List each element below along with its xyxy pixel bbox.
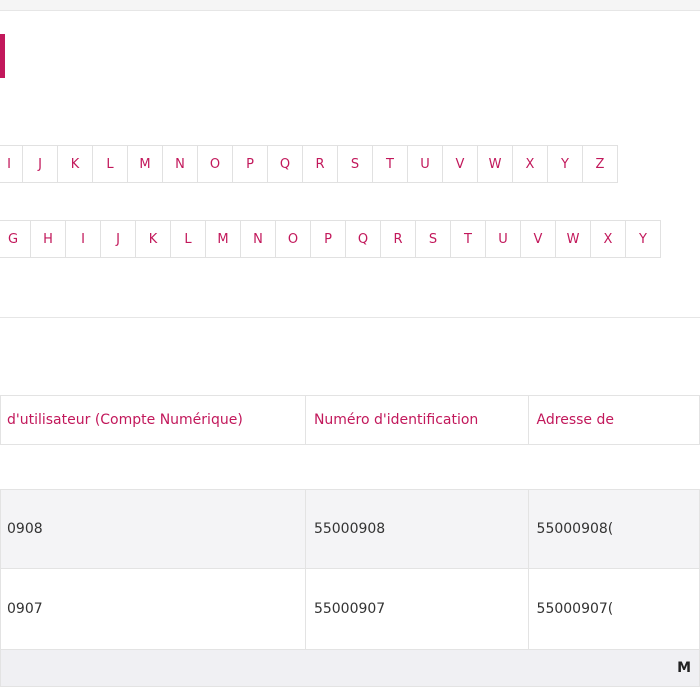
- footer-text: M: [0, 649, 700, 687]
- letter-filter[interactable]: R: [380, 220, 416, 258]
- letter-filter[interactable]: S: [415, 220, 451, 258]
- letter-filter[interactable]: W: [555, 220, 591, 258]
- letter-filter[interactable]: M: [127, 145, 163, 183]
- letter-filter[interactable]: Y: [625, 220, 661, 258]
- letter-filter[interactable]: P: [310, 220, 346, 258]
- letter-filter[interactable]: H: [30, 220, 66, 258]
- letter-filter[interactable]: J: [22, 145, 58, 183]
- letter-filter[interactable]: Q: [345, 220, 381, 258]
- cell-address: 55000908(: [527, 489, 700, 569]
- column-header-address[interactable]: Adresse de: [527, 395, 700, 445]
- letter-filter[interactable]: Y: [547, 145, 583, 183]
- letter-filter[interactable]: N: [240, 220, 276, 258]
- letter-filter[interactable]: R: [302, 145, 338, 183]
- letter-filter[interactable]: M: [205, 220, 241, 258]
- letter-filter[interactable]: U: [485, 220, 521, 258]
- letter-filter[interactable]: N: [162, 145, 198, 183]
- cell-address: 55000907(: [527, 568, 700, 650]
- table-footer-row: M: [0, 649, 700, 687]
- letter-filter[interactable]: Z: [582, 145, 618, 183]
- table-row[interactable]: 0908 55000908 55000908(: [0, 489, 700, 569]
- section-divider: [0, 317, 700, 318]
- letter-filter[interactable]: V: [520, 220, 556, 258]
- letter-filter[interactable]: K: [57, 145, 93, 183]
- letter-filter[interactable]: T: [372, 145, 408, 183]
- users-table: d'utilisateur (Compte Numérique) Numéro …: [0, 395, 700, 687]
- cell-id-number: 55000907: [304, 568, 529, 650]
- top-bar: [0, 0, 700, 11]
- letter-filter[interactable]: I: [0, 145, 23, 183]
- letter-filter[interactable]: G: [0, 220, 31, 258]
- letter-filter[interactable]: L: [170, 220, 206, 258]
- table-row[interactable]: 0907 55000907 55000907(: [0, 568, 700, 650]
- letter-filter[interactable]: V: [442, 145, 478, 183]
- title-accent-bar: [0, 34, 5, 78]
- letter-filter[interactable]: I: [65, 220, 101, 258]
- letter-filter[interactable]: X: [512, 145, 548, 183]
- letter-filter[interactable]: O: [275, 220, 311, 258]
- cell-id-number: 55000908: [304, 489, 529, 569]
- letter-filter[interactable]: Q: [267, 145, 303, 183]
- column-header-username[interactable]: d'utilisateur (Compte Numérique): [0, 395, 306, 445]
- letter-filter[interactable]: K: [135, 220, 171, 258]
- alphabet-filter-1: I J K L M N O P Q R S T U V W X Y Z: [0, 145, 618, 183]
- letter-filter[interactable]: S: [337, 145, 373, 183]
- letter-filter[interactable]: O: [197, 145, 233, 183]
- letter-filter[interactable]: W: [477, 145, 513, 183]
- letter-filter[interactable]: P: [232, 145, 268, 183]
- column-header-id-number[interactable]: Numéro d'identification: [304, 395, 529, 445]
- letter-filter[interactable]: J: [100, 220, 136, 258]
- cell-username: 0908: [0, 489, 306, 569]
- alphabet-filter-2: G H I J K L M N O P Q R S T U V W X Y: [0, 220, 661, 258]
- table-header-row: d'utilisateur (Compte Numérique) Numéro …: [0, 395, 700, 445]
- letter-filter[interactable]: X: [590, 220, 626, 258]
- letter-filter[interactable]: T: [450, 220, 486, 258]
- letter-filter[interactable]: U: [407, 145, 443, 183]
- letter-filter[interactable]: L: [92, 145, 128, 183]
- cell-username: 0907: [0, 568, 306, 650]
- filter-row: [0, 444, 700, 490]
